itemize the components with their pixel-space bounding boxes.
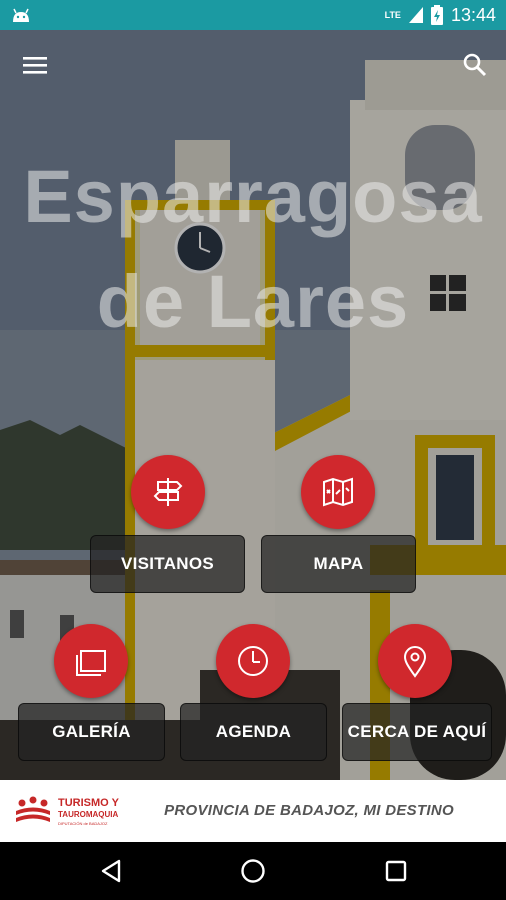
- home-button[interactable]: [238, 856, 268, 886]
- recents-square-icon: [385, 860, 407, 882]
- android-icon: [13, 8, 29, 22]
- galeria-button[interactable]: GALERÍA: [18, 703, 165, 761]
- hamburger-menu-icon: [23, 57, 47, 74]
- footer-banner: TURISMO Y TAUROMAQUIA DIPUTACIÓN de BADA…: [0, 780, 506, 842]
- status-bar: LTE 13:44: [0, 0, 506, 30]
- back-triangle-icon: [101, 859, 121, 883]
- town-title-line1: Esparragosa: [23, 155, 483, 238]
- clock-time: 13:44: [450, 4, 496, 25]
- agenda-label: AGENDA: [215, 722, 292, 741]
- cerca-button[interactable]: CERCA DE AQUÍ: [342, 703, 492, 761]
- clock-icon: [238, 646, 268, 676]
- cerca-label: CERCA DE AQUÍ: [347, 722, 487, 741]
- footer-slogan: PROVINCIA DE BADAJOZ, MI DESTINO: [164, 802, 454, 819]
- diputacion-logo-icon: [16, 796, 50, 822]
- lte-label: LTE: [384, 10, 401, 20]
- turismo-logo[interactable]: TURISMO Y TAUROMAQUIA DIPUTACIÓN de BADA…: [14, 794, 134, 830]
- agenda-circle[interactable]: [216, 624, 290, 698]
- visitanos-label: VISITANOS: [120, 554, 215, 573]
- hero-background: Esparragosa de Lares VISITANOS MAPA GALE…: [0, 30, 506, 780]
- search-button[interactable]: [458, 48, 492, 82]
- system-nav-bar: [0, 842, 506, 900]
- recents-button[interactable]: [381, 856, 411, 886]
- search-icon: [463, 53, 487, 77]
- lte-signal-icon: [408, 7, 423, 23]
- logo-line1: TURISMO Y: [58, 797, 119, 809]
- signpost-icon: [153, 478, 183, 506]
- agenda-button[interactable]: AGENDA: [180, 703, 327, 761]
- cerca-circle[interactable]: [378, 624, 452, 698]
- location-pin-icon: [403, 646, 427, 678]
- mapa-circle[interactable]: [301, 455, 375, 529]
- menu-button[interactable]: [18, 48, 52, 82]
- galeria-circle[interactable]: [54, 624, 128, 698]
- logo-line2: TAUROMAQUIA: [58, 810, 119, 819]
- battery-icon: [430, 5, 443, 25]
- visitanos-circle[interactable]: [131, 455, 205, 529]
- home-circle-icon: [241, 859, 265, 883]
- map-icon: [323, 477, 353, 507]
- logo-small: DIPUTACIÓN de BADAJOZ: [58, 821, 108, 826]
- galeria-label: GALERÍA: [52, 722, 131, 741]
- mapa-button[interactable]: MAPA: [261, 535, 416, 593]
- town-title-line2: de Lares: [96, 260, 410, 343]
- mapa-label: MAPA: [313, 554, 364, 573]
- visitanos-button[interactable]: VISITANOS: [90, 535, 245, 593]
- back-button[interactable]: [96, 856, 126, 886]
- gallery-icon: [76, 650, 106, 676]
